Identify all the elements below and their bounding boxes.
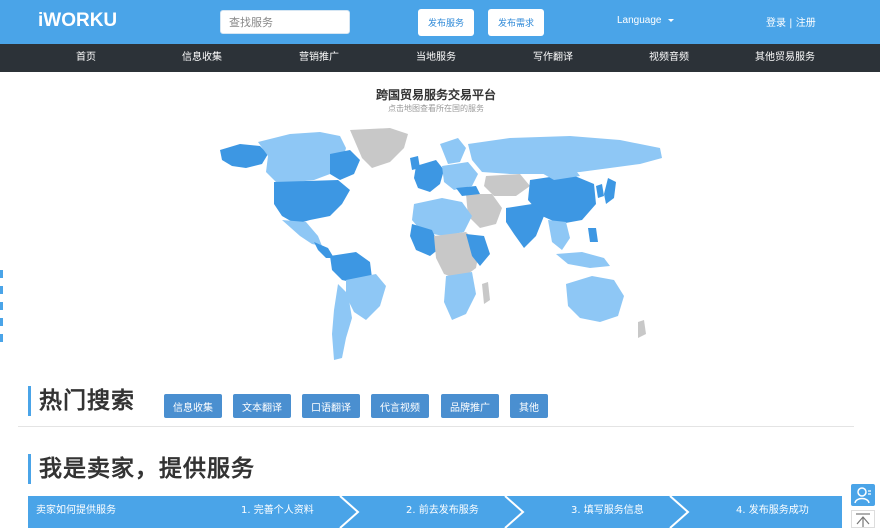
step-fill-info[interactable]: 3. 填写服务信息 <box>571 496 644 528</box>
tag-brand-promotion[interactable]: 品牌推广 <box>441 394 499 418</box>
chevron-down-icon[interactable] <box>668 19 674 22</box>
map-region-alaska[interactable] <box>220 144 268 168</box>
nav-item-marketing[interactable]: 营销推广 <box>299 44 339 72</box>
map-title: 跨国贸易服务交易平台 <box>375 88 496 102</box>
tag-text-translation[interactable]: 文本翻译 <box>233 394 291 418</box>
language-selector[interactable]: Language <box>617 15 662 26</box>
tag-endorsement-video[interactable]: 代言视频 <box>371 394 429 418</box>
nav-item-info-collection[interactable]: 信息收集 <box>182 44 222 72</box>
step-complete-profile[interactable]: 1. 完善个人资料 <box>241 496 314 528</box>
steps-heading: 卖家如何提供服务 <box>36 505 116 516</box>
map-region-india[interactable] <box>506 204 544 248</box>
nav-item-local-service[interactable]: 当地服务 <box>416 44 456 72</box>
map-region-usa[interactable] <box>274 180 350 224</box>
map-region-philippines[interactable] <box>588 228 598 242</box>
tag-oral-translation[interactable]: 口语翻译 <box>302 394 360 418</box>
tag-info-collection[interactable]: 信息收集 <box>164 394 222 418</box>
map-region-brazil[interactable] <box>346 274 386 320</box>
nav-item-home[interactable]: 首页 <box>76 44 96 72</box>
map-region-central-america[interactable] <box>314 242 334 258</box>
map-subtitle: 点击地图查看所在国的服务 <box>388 104 484 113</box>
step-go-publish[interactable]: 2. 前去发布服务 <box>406 496 479 528</box>
seller-steps: 卖家如何提供服务 1. 完善个人资料 2. 前去发布服务 3. 填写服务信息 4… <box>28 496 842 528</box>
nav-item-other-trade[interactable]: 其他贸易服务 <box>755 44 815 72</box>
map-region-mexico[interactable] <box>282 220 322 246</box>
map-region-japan[interactable] <box>604 178 616 204</box>
back-to-top-icon[interactable] <box>851 510 875 528</box>
nav-item-video-audio[interactable]: 视频音频 <box>649 44 689 72</box>
map-region-korea[interactable] <box>596 184 604 198</box>
map-region-new-zealand[interactable] <box>638 320 646 338</box>
hot-search-accent <box>28 386 31 416</box>
top-bar: iWORKU 发布服务 发布需求 Language 登录 | 注册 <box>0 0 880 44</box>
section-divider <box>18 426 854 427</box>
map-region-indonesia[interactable] <box>556 252 610 268</box>
seller-title: 我是卖家，提供服务 <box>39 456 255 482</box>
map-region-middle-east[interactable] <box>466 194 502 228</box>
logo[interactable]: iWORKU <box>38 10 117 32</box>
map-region-scandinavia[interactable] <box>440 138 466 164</box>
map-region-russia[interactable] <box>468 136 662 174</box>
publish-demand-button[interactable]: 发布需求 <box>488 9 544 36</box>
publish-service-button[interactable]: 发布服务 <box>418 9 474 36</box>
map-region-europe-east[interactable] <box>442 162 478 190</box>
map-region-australia[interactable] <box>566 276 624 322</box>
map-region-uk[interactable] <box>410 156 420 170</box>
map-region-southeast-asia[interactable] <box>548 220 570 250</box>
hot-search-title: 热门搜索 <box>39 388 135 414</box>
map-region-madagascar[interactable] <box>482 282 490 304</box>
user-service-icon[interactable] <box>851 484 875 506</box>
map-region-central-asia[interactable] <box>484 174 530 196</box>
tag-other[interactable]: 其他 <box>510 394 548 418</box>
left-edge-marker <box>0 258 3 358</box>
step-publish-success[interactable]: 4. 发布服务成功 <box>736 496 809 528</box>
main-nav: 首页 信息收集 营销推广 当地服务 写作翻译 视频音频 其他贸易服务 <box>0 44 880 72</box>
login-register-link[interactable]: 登录 | 注册 <box>766 14 816 29</box>
seller-accent <box>28 454 31 484</box>
nav-item-writing-translation[interactable]: 写作翻译 <box>533 44 573 72</box>
world-map[interactable] <box>210 124 670 364</box>
search-input[interactable] <box>220 10 350 34</box>
map-region-africa-south[interactable] <box>444 272 476 320</box>
map-region-canada-east[interactable] <box>330 150 360 180</box>
